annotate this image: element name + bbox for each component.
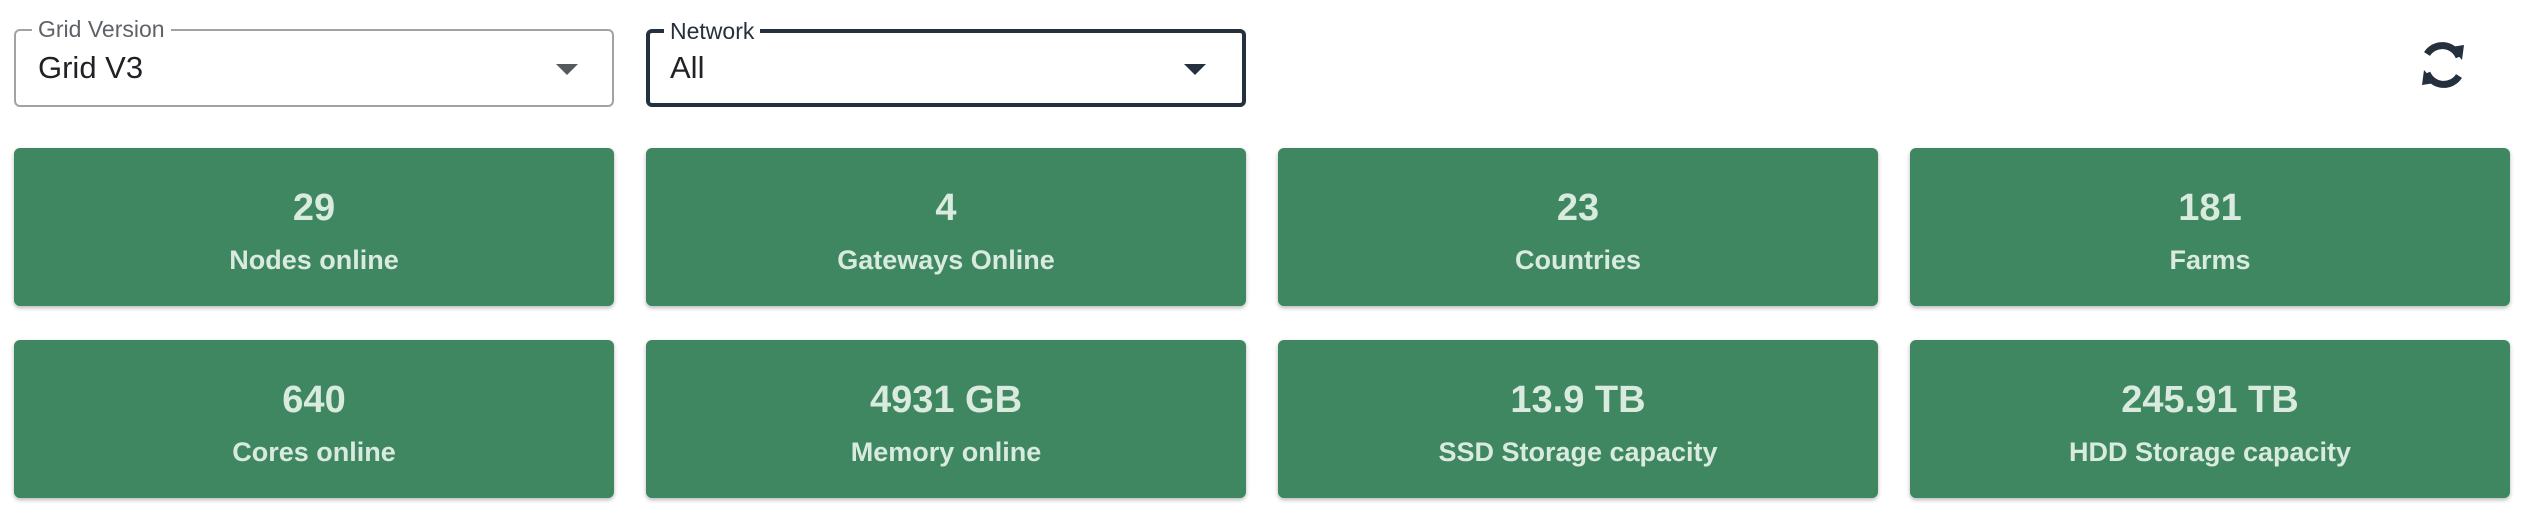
stat-label: Gateways Online	[837, 245, 1055, 275]
refresh-button[interactable]	[2415, 37, 2471, 93]
network-value: All	[670, 50, 705, 85]
stat-value: 13.9 TB	[1510, 379, 1646, 421]
stat-value: 245.91 TB	[2121, 379, 2299, 421]
stat-card-gateways-online: 4 Gateways Online	[646, 148, 1246, 306]
stat-label: Memory online	[850, 437, 1042, 467]
stat-card-nodes-online: 29 Nodes online	[14, 148, 614, 306]
grid-version-value: Grid V3	[38, 50, 144, 85]
stat-value: 640	[282, 379, 346, 421]
stat-value: 4931 GB	[869, 379, 1023, 421]
grid-version-select[interactable]: Grid Version Grid V3	[14, 16, 614, 107]
stat-value: 181	[2178, 187, 2242, 229]
stat-card-ssd-storage: 13.9 TB SSD Storage capacity	[1278, 340, 1878, 498]
stat-card-farms: 181 Farms	[1910, 148, 2510, 306]
stat-value: 23	[1556, 187, 1600, 229]
stat-value: 4	[935, 187, 957, 229]
stat-card-cores-online: 640 Cores online	[14, 340, 614, 498]
grid-version-label: Grid Version	[32, 16, 171, 42]
stat-label: SSD Storage capacity	[1438, 437, 1718, 467]
refresh-icon	[2422, 42, 2464, 88]
stat-label: Farms	[2169, 245, 2251, 275]
stat-card-memory-online: 4931 GB Memory online	[646, 340, 1246, 498]
stat-card-countries: 23 Countries	[1278, 148, 1878, 306]
network-select[interactable]: Network All	[646, 18, 1246, 107]
chevron-down-icon	[1184, 64, 1206, 75]
stat-label: Cores online	[232, 437, 396, 467]
stat-label: Countries	[1514, 245, 1641, 275]
stat-label: Nodes online	[229, 245, 399, 275]
stat-card-hdd-storage: 245.91 TB HDD Storage capacity	[1910, 340, 2510, 498]
stat-value: 29	[292, 187, 336, 229]
network-label: Network	[664, 18, 761, 44]
chevron-down-icon	[556, 64, 578, 75]
stat-label: HDD Storage capacity	[2068, 437, 2352, 467]
